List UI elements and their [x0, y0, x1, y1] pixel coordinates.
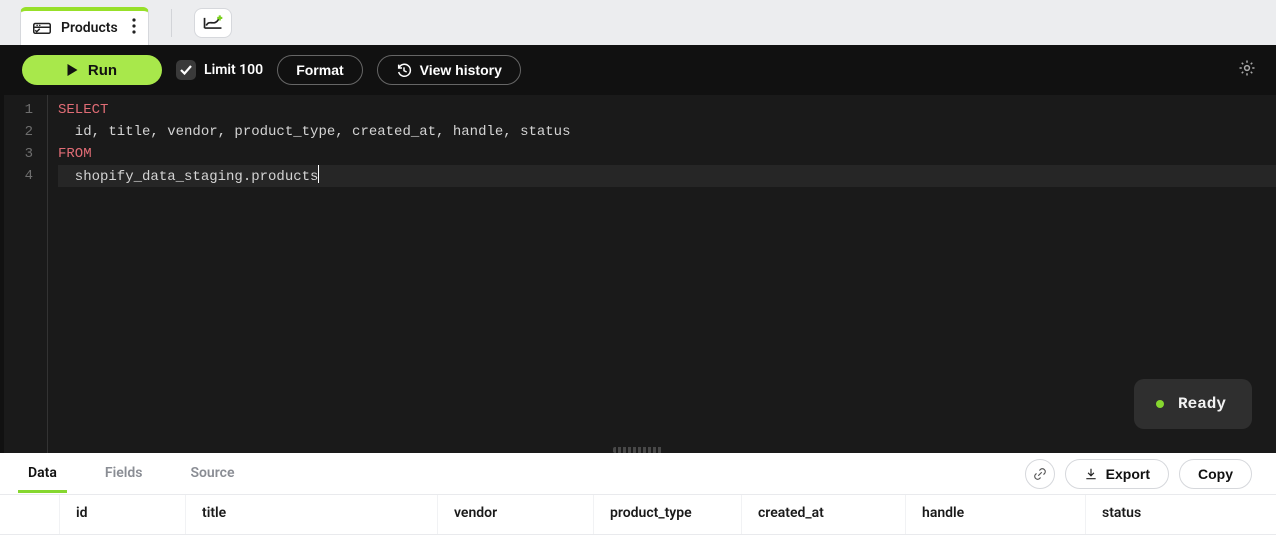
text-cursor [318, 165, 319, 183]
status-dot [1156, 400, 1164, 408]
col-product-type[interactable]: product_type [594, 495, 742, 534]
results-table-header: id title vendor product_type created_at … [0, 495, 1276, 535]
code-line[interactable]: id, title, vendor, product_type, created… [58, 121, 1276, 143]
history-icon [396, 62, 412, 78]
results-panel: Data Fields Source Export Copy id title … [0, 453, 1276, 539]
query-icon [33, 21, 51, 35]
format-button[interactable]: Format [277, 55, 362, 85]
play-icon [67, 64, 78, 76]
divider [171, 9, 172, 37]
col-title[interactable]: title [186, 495, 438, 534]
limit-label: Limit 100 [204, 62, 263, 78]
kebab-icon [132, 18, 136, 34]
tab-source[interactable]: Source [180, 454, 244, 493]
new-chart-icon [202, 15, 224, 31]
tab-bar: Products [0, 0, 1276, 45]
col-handle[interactable]: handle [906, 495, 1086, 534]
gear-icon [1238, 59, 1256, 77]
col-created-at[interactable]: created_at [742, 495, 906, 534]
status-indicator: Ready [1134, 379, 1252, 429]
col-status[interactable]: status [1086, 495, 1276, 534]
new-tab-button[interactable] [194, 8, 232, 38]
line-number: 2 [0, 121, 33, 143]
view-history-button[interactable]: View history [377, 55, 521, 85]
line-number: 1 [0, 99, 33, 121]
code-line[interactable]: shopify_data_staging.products [58, 165, 1276, 187]
share-link-button[interactable] [1025, 459, 1055, 489]
editor-toolbar: Run Limit 100 Format View history [0, 45, 1276, 95]
run-label: Run [88, 62, 117, 79]
sql-editor[interactable]: 1234 SELECT id, title, vendor, product_t… [0, 95, 1276, 453]
limit-checkbox[interactable] [176, 60, 196, 80]
editor-scrollbar[interactable] [0, 95, 4, 453]
tab-products[interactable]: Products [20, 7, 149, 45]
copy-button[interactable]: Copy [1179, 459, 1252, 489]
limit-toggle[interactable]: Limit 100 [176, 60, 263, 80]
resize-handle[interactable] [613, 447, 663, 453]
results-tabs: Data Fields Source Export Copy [0, 453, 1276, 495]
settings-button[interactable] [1234, 55, 1260, 85]
code-area[interactable]: SELECT id, title, vendor, product_type, … [48, 95, 1276, 453]
line-number: 4 [0, 165, 33, 187]
col-id[interactable]: id [60, 495, 186, 534]
status-label: Ready [1178, 393, 1226, 415]
tab-fields[interactable]: Fields [95, 454, 153, 493]
tab-data[interactable]: Data [18, 454, 67, 493]
tab-label: Products [61, 20, 118, 36]
code-line[interactable]: SELECT [58, 99, 1276, 121]
link-icon [1033, 467, 1047, 481]
download-icon [1084, 467, 1098, 481]
line-number: 3 [0, 143, 33, 165]
run-button[interactable]: Run [22, 55, 162, 85]
code-line[interactable]: FROM [58, 143, 1276, 165]
col-rownum[interactable] [0, 495, 60, 534]
tab-menu-button[interactable] [128, 18, 140, 38]
line-gutter: 1234 [0, 95, 48, 453]
check-icon [180, 65, 192, 75]
col-vendor[interactable]: vendor [438, 495, 594, 534]
export-button[interactable]: Export [1065, 459, 1169, 489]
